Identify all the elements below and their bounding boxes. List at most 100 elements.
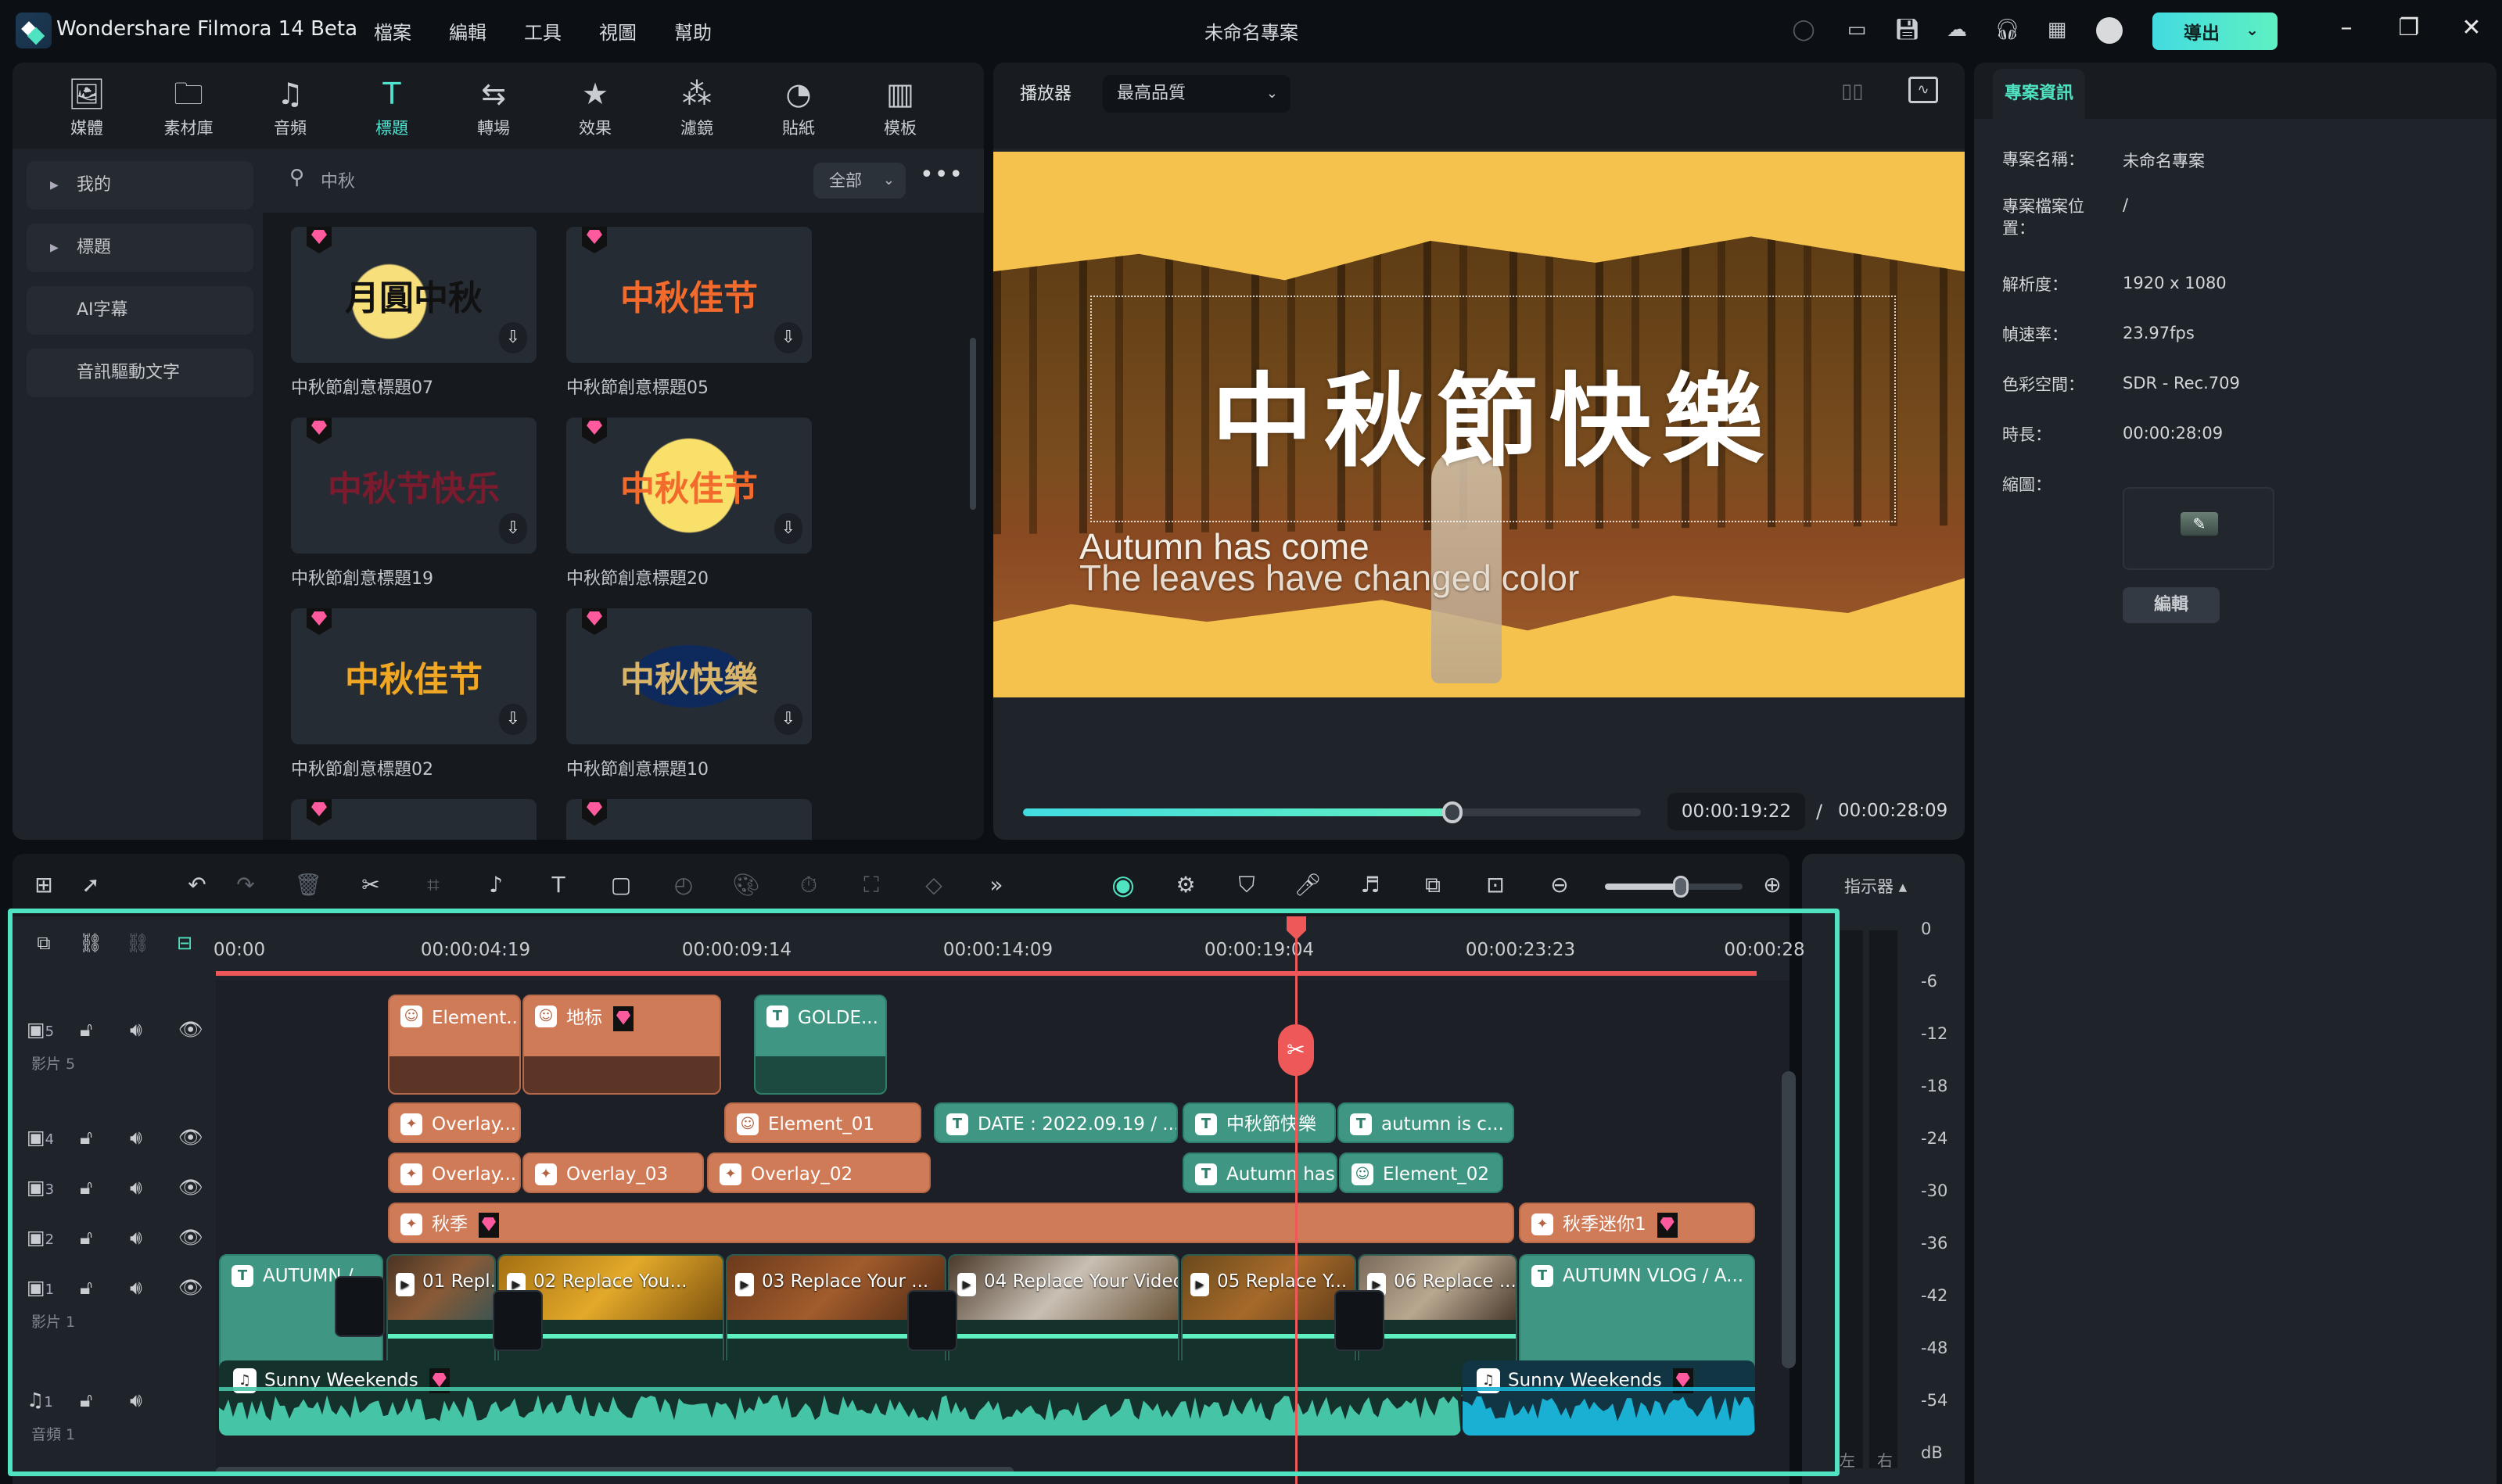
title-thumbnail[interactable]: 中秋佳节 ⇩ — [566, 418, 812, 554]
volume-icon[interactable]: 🔊︎ — [130, 1018, 142, 1041]
transition-marker[interactable] — [335, 1276, 385, 1337]
speed-icon[interactable]: ◴ — [668, 869, 699, 901]
link-icon[interactable]: ⛓ — [75, 927, 106, 959]
crop-icon[interactable]: ⌗ — [418, 869, 449, 901]
volume-icon[interactable]: 🔊︎ — [130, 1176, 142, 1199]
time-ruler[interactable]: 00:00 00:00:04:19 00:00:09:14 00:00:14:09 00… — [214, 916, 1805, 980]
timeline-clip[interactable]: ✦ 秋季 — [388, 1203, 1514, 1243]
timeline-clip[interactable]: ☺ Element_01 — [724, 1102, 921, 1143]
eye-visibility-icon[interactable]: 👁︎ — [178, 1018, 203, 1041]
title-thumbnail[interactable] — [566, 799, 812, 840]
compare-view-icon[interactable]: ▯▯ — [1841, 80, 1864, 103]
playhead[interactable] — [1295, 921, 1298, 1484]
search-input[interactable] — [321, 164, 712, 195]
menu-tools[interactable]: 工具 — [524, 17, 562, 45]
restore-icon[interactable]: ❐ — [2393, 14, 2425, 41]
microphone-icon[interactable]: 🎤︎ — [1292, 869, 1323, 901]
title-card[interactable]: 中秋佳节 ⇩ 中秋節創意標題05 — [566, 227, 812, 399]
volume-icon[interactable]: 🔊︎ — [130, 1276, 142, 1299]
tab-stock[interactable]: 🗀 素材庫 — [145, 77, 232, 139]
tab-media[interactable]: 🖼︎ 媒體 — [44, 77, 130, 139]
zoom-handle[interactable] — [1672, 876, 1689, 898]
audio-tool-icon[interactable]: ♪ — [480, 869, 512, 901]
title-card[interactable]: 月圓中秋 ⇩ 中秋節創意標題07 — [291, 227, 537, 399]
transition-marker[interactable] — [1334, 1290, 1384, 1351]
marker-icon[interactable]: ⛉ — [1231, 869, 1262, 901]
keyframe-icon[interactable]: ◇ — [918, 869, 949, 901]
split-scissors-button[interactable]: ✂ — [1278, 1024, 1314, 1076]
timeline-vertical-scrollbar[interactable] — [1782, 1071, 1796, 1368]
title-thumbnail[interactable]: 中秋佳节 ⇩ — [291, 608, 537, 744]
timeline-clip[interactable]: T 中秋節快樂 — [1183, 1102, 1336, 1143]
export-button[interactable]: 導出 ⌄ — [2152, 13, 2278, 50]
title-thumbnail[interactable]: 中秋快樂 ⇩ — [566, 608, 812, 744]
auto-reframe-icon[interactable]: ⛶ — [856, 869, 887, 901]
timeline-audio-clip[interactable]: Sunny Weekends — [219, 1360, 1461, 1436]
download-icon[interactable]: ⇩ — [774, 322, 802, 353]
close-icon[interactable]: ✕ — [2456, 14, 2487, 41]
scissors-icon[interactable]: ✂ — [355, 869, 386, 901]
timeline-clip[interactable]: ✦ Overlay... — [388, 1102, 521, 1143]
playback-progress-slider[interactable] — [1023, 801, 1641, 823]
volume-icon[interactable]: 🔊︎ — [130, 1389, 142, 1412]
title-thumbnail[interactable]: 中秋节快乐 ⇩ — [291, 418, 537, 554]
snap-icon[interactable]: ⊟ — [169, 927, 200, 959]
sidebar-item-mine[interactable]: ▶ 我的 — [27, 161, 253, 210]
layout-grid-icon[interactable]: ⊞ — [28, 869, 59, 901]
lock-icon[interactable]: 🔓︎ — [80, 1126, 92, 1149]
render-preview-icon[interactable]: ⚙ — [1170, 869, 1201, 901]
download-icon[interactable]: ⇩ — [499, 704, 527, 735]
timeline-clip[interactable]: ✦ Overlay_02 — [707, 1152, 931, 1193]
timeline-clip[interactable]: ☺ Element_02 — [1339, 1152, 1503, 1193]
eye-visibility-icon[interactable]: 👁︎ — [178, 1226, 203, 1249]
sidebar-item-titles[interactable]: ▶ 標題 — [27, 224, 253, 272]
zoom-in-icon[interactable]: ⊕ — [1757, 869, 1788, 901]
add-track-icon[interactable]: ⧉ — [28, 927, 59, 959]
minimize-icon[interactable]: – — [2331, 14, 2362, 41]
volume-icon[interactable]: 🔊︎ — [130, 1226, 142, 1249]
title-thumbnail[interactable]: 中秋佳节 ⇩ — [566, 227, 812, 363]
undo-icon[interactable]: ↶ — [181, 869, 213, 901]
library-scrollbar[interactable] — [970, 338, 976, 510]
color-palette-icon[interactable]: 🎨︎ — [730, 869, 762, 901]
lock-icon[interactable]: 🔓︎ — [80, 1276, 92, 1299]
tab-audio[interactable]: ♫ 音頻 — [247, 77, 333, 139]
title-thumbnail[interactable] — [291, 799, 537, 840]
transition-marker[interactable] — [493, 1290, 543, 1351]
waveform-scope-icon[interactable]: ∿ — [1908, 77, 1938, 103]
timeline-horizontal-scrollbar[interactable] — [216, 1467, 1014, 1476]
timeline-zoom-slider[interactable] — [1605, 876, 1743, 898]
fit-timeline-icon[interactable]: ⊡ — [1480, 869, 1511, 901]
tab-effects[interactable]: ★ 效果 — [552, 77, 638, 139]
headset-support-icon[interactable]: 🎧︎ — [1994, 17, 2020, 42]
layout-icon[interactable]: ▭ — [1844, 17, 1869, 42]
timeline-clip[interactable]: T Autumn has ... — [1183, 1152, 1337, 1193]
ai-copilot-icon[interactable]: ◉ — [1107, 869, 1139, 901]
select-arrow-icon[interactable]: ➚ — [75, 869, 106, 901]
avatar[interactable] — [2096, 17, 2123, 44]
chevron-down-icon[interactable]: ⌄ — [2245, 20, 2259, 39]
volume-icon[interactable]: 🔊︎ — [130, 1126, 142, 1149]
download-icon[interactable]: ⇩ — [499, 322, 527, 353]
timeline-clip[interactable]: ✦ Overlay... — [388, 1152, 521, 1193]
tab-titles[interactable]: T 標題 — [349, 77, 435, 139]
menu-edit[interactable]: 編輯 — [449, 17, 486, 45]
download-icon[interactable]: ⇩ — [774, 513, 802, 544]
timeline-clip[interactable]: ☺ Element... — [388, 995, 521, 1095]
lock-icon[interactable]: 🔓︎ — [80, 1226, 92, 1249]
apps-grid-icon[interactable]: ▦ — [2044, 17, 2069, 42]
redo-icon[interactable]: ↷ — [230, 869, 261, 901]
circle-indicator-icon[interactable]: ◯ — [1791, 17, 1816, 42]
transition-marker[interactable] — [907, 1290, 957, 1351]
tab-project-info[interactable]: 專案資訊 — [1993, 69, 2085, 119]
title-card[interactable] — [566, 799, 812, 840]
lock-icon[interactable]: 🔓︎ — [80, 1176, 92, 1199]
video-preview[interactable]: 中秋節快樂 Autumn has come The leaves have ch… — [993, 152, 1965, 697]
eye-visibility-icon[interactable]: 👁︎ — [178, 1126, 203, 1149]
timeline-clip[interactable]: Tautumn is c... — [1337, 1102, 1514, 1143]
title-card[interactable] — [291, 799, 537, 840]
title-card[interactable]: 中秋佳节 ⇩ 中秋節創意標題02 — [291, 608, 537, 780]
quality-dropdown[interactable]: 最高品質 ⌄ — [1103, 75, 1290, 113]
menu-view[interactable]: 視圖 — [599, 17, 637, 45]
edit-thumbnail-button[interactable]: 編輯 — [2123, 587, 2220, 623]
